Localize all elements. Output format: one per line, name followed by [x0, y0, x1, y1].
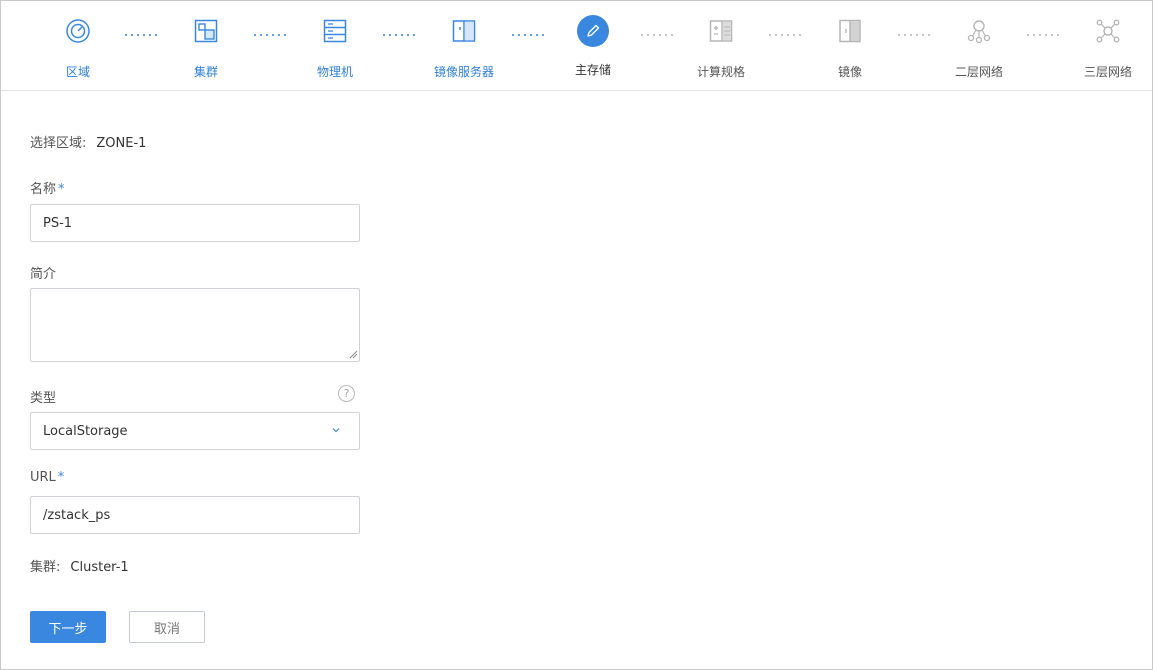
step-connector — [252, 34, 290, 36]
type-select[interactable]: LocalStorage — [30, 412, 360, 450]
step-host[interactable]: 物理机 — [290, 13, 380, 80]
zone-icon — [60, 13, 96, 49]
zone-label: 选择区域: — [30, 136, 87, 151]
type-label: 类型 — [30, 391, 57, 406]
host-icon — [317, 13, 353, 49]
step-label: 镜像 — [837, 65, 862, 79]
step-label: 物理机 — [316, 65, 353, 79]
step-label: 三层网络 — [1083, 65, 1132, 79]
help-icon[interactable]: ? — [338, 385, 355, 402]
cluster-label: 集群: — [30, 560, 61, 575]
step-connector — [123, 34, 161, 36]
url-label: URL * — [30, 470, 64, 485]
step-label: 镜像服务器 — [433, 65, 494, 79]
cluster-value: Cluster-1 — [70, 560, 129, 575]
step-l2-network[interactable]: 二层网络 — [934, 13, 1024, 80]
step-backup-storage[interactable]: 镜像服务器 — [419, 13, 509, 80]
type-select-value: LocalStorage — [43, 423, 128, 439]
step-zone[interactable]: 区域 — [33, 13, 123, 80]
step-primary-storage[interactable]: 主存储 — [548, 13, 638, 78]
wizard-steps: 区域 集群 物理机 镜像服务器 主存储 计算规格 镜像 二层网络 三层网络 — [1, 1, 1152, 91]
step-connector — [510, 34, 548, 36]
step-image[interactable]: 镜像 — [805, 13, 895, 80]
name-label: 名称 * — [30, 178, 65, 197]
resize-grip-icon[interactable] — [348, 349, 358, 359]
url-input[interactable] — [30, 496, 360, 534]
instance-offering-icon — [703, 13, 739, 49]
step-label: 计算规格 — [696, 65, 745, 79]
pencil-icon — [577, 15, 609, 47]
chevron-down-icon — [332, 428, 340, 433]
step-label: 区域 — [65, 65, 90, 79]
required-mark: * — [58, 182, 65, 197]
step-cluster[interactable]: 集群 — [161, 13, 251, 80]
next-button[interactable]: 下一步 — [30, 611, 106, 643]
step-instance-offering[interactable]: 计算规格 — [676, 13, 766, 80]
zone-row: 选择区域: ZONE-1 — [30, 132, 146, 151]
step-l3-network[interactable]: 三层网络 — [1063, 13, 1153, 80]
url-label-text: URL — [30, 470, 56, 485]
description-label: 简介 — [30, 267, 57, 282]
step-label: 二层网络 — [954, 65, 1003, 79]
step-connector — [381, 34, 419, 36]
cluster-icon — [188, 13, 224, 49]
zone-value: ZONE-1 — [96, 136, 147, 151]
step-connector — [767, 34, 805, 36]
cancel-button[interactable]: 取消 — [129, 611, 205, 643]
step-connector — [639, 34, 677, 36]
name-input[interactable] — [30, 204, 360, 242]
cluster-row: 集群: Cluster-1 — [30, 556, 129, 575]
l2-network-icon — [961, 13, 997, 49]
step-label: 集群 — [193, 65, 218, 79]
step-label: 主存储 — [574, 63, 611, 77]
step-connector — [896, 34, 934, 36]
image-icon — [832, 13, 868, 49]
name-label-text: 名称 — [30, 182, 57, 197]
wizard-frame: 区域 集群 物理机 镜像服务器 主存储 计算规格 镜像 二层网络 三层网络 选择… — [0, 0, 1153, 670]
description-textarea[interactable] — [30, 288, 360, 362]
l3-network-icon — [1090, 13, 1126, 49]
required-mark: * — [57, 470, 65, 485]
step-connector — [1025, 34, 1063, 36]
backup-storage-icon — [446, 13, 482, 49]
